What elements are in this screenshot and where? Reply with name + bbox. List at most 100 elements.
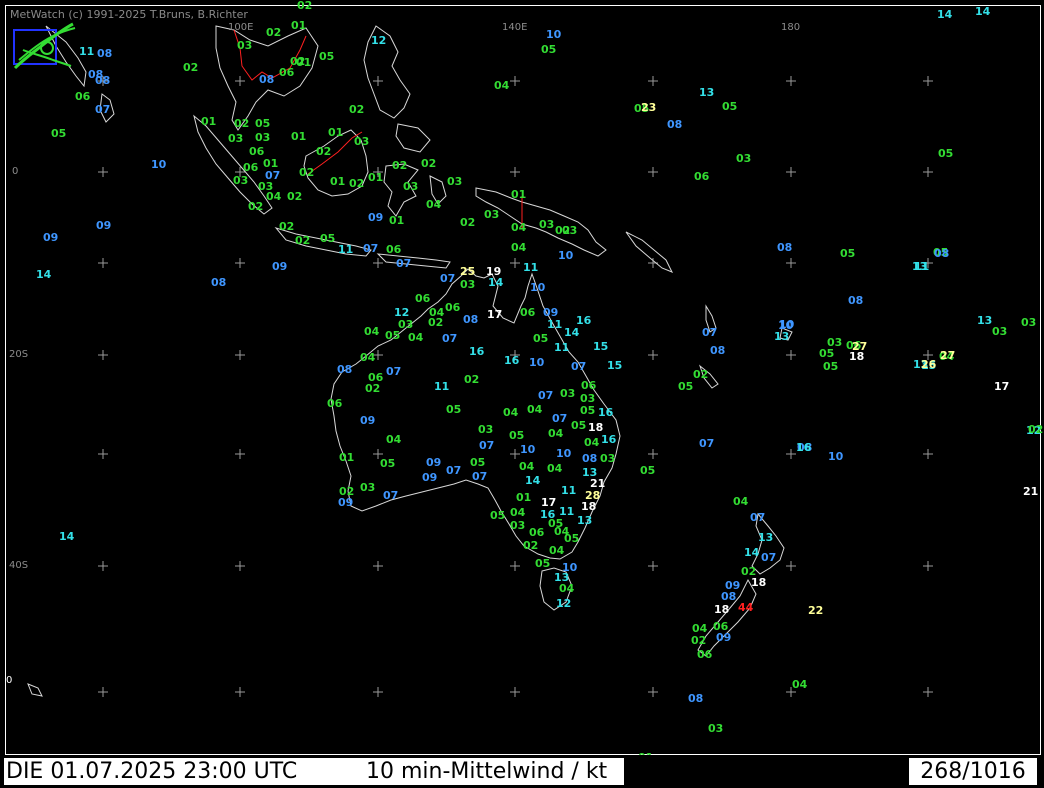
wind-station-value[interactable]: 18 — [588, 422, 603, 433]
wind-station-value[interactable]: 11 — [338, 244, 353, 255]
wind-station-value[interactable]: 04 — [733, 496, 748, 507]
wind-station-value[interactable]: 01 — [291, 131, 306, 142]
wind-station-value[interactable]: 44 — [738, 602, 753, 613]
wind-station-value[interactable]: 06 — [327, 398, 342, 409]
wind-station-value[interactable]: 07 — [702, 327, 717, 338]
wind-station-value[interactable]: 04 — [511, 222, 526, 233]
wind-station-value[interactable]: 02 — [299, 167, 314, 178]
wind-station-value[interactable]: 05 — [840, 248, 855, 259]
wind-station-value[interactable]: 06 — [415, 293, 430, 304]
wind-station-value[interactable]: 09 — [272, 261, 287, 272]
wind-station-value[interactable]: 07 — [479, 440, 494, 451]
wind-station-value[interactable]: 13 — [577, 515, 592, 526]
wind-station-value[interactable]: 05 — [319, 51, 334, 62]
wind-station-value[interactable]: 07 — [440, 273, 455, 284]
wind-station-value[interactable]: 09 — [96, 220, 111, 231]
wind-station-value[interactable]: 10 — [151, 159, 166, 170]
wind-station-value[interactable]: 03 — [478, 424, 493, 435]
wind-station-value[interactable]: 15 — [607, 360, 622, 371]
wind-station-value[interactable]: 13 — [758, 532, 773, 543]
wind-station-value[interactable]: 04 — [510, 507, 525, 518]
wind-station-value[interactable]: 17 — [487, 309, 502, 320]
wind-station-value[interactable]: 03 — [233, 175, 248, 186]
wind-station-value[interactable]: 07 — [442, 333, 457, 344]
wind-station-value[interactable]: 03 — [228, 133, 243, 144]
wind-station-value[interactable]: 02 — [460, 217, 475, 228]
wind-station-value[interactable]: 14 — [937, 9, 952, 20]
wind-station-value[interactable]: 06 — [279, 67, 294, 78]
wind-station-value[interactable]: 04 — [547, 463, 562, 474]
wind-station-value[interactable]: 07 — [95, 104, 110, 115]
wind-station-value[interactable]: 09 — [426, 457, 441, 468]
wind-station-value[interactable]: 10 — [529, 357, 544, 368]
wind-map[interactable] — [5, 5, 1041, 755]
wind-station-value[interactable]: 02 — [316, 146, 331, 157]
wind-station-value[interactable]: 09 — [43, 232, 58, 243]
wind-station-value[interactable]: 02 — [392, 160, 407, 171]
wind-station-value[interactable]: 11 — [434, 381, 449, 392]
wind-station-value[interactable]: 03 — [484, 209, 499, 220]
wind-station-value[interactable]: 01 — [328, 127, 343, 138]
wind-station-value[interactable]: 21 — [590, 478, 605, 489]
wind-station-value[interactable]: 08 — [777, 242, 792, 253]
wind-station-value[interactable]: 02 — [349, 178, 364, 189]
wind-station-value[interactable]: 18 — [751, 577, 766, 588]
wind-station-value[interactable]: 04 — [360, 352, 375, 363]
wind-station-value[interactable]: 05 — [938, 148, 953, 159]
wind-station-value[interactable]: 08 — [582, 453, 597, 464]
wind-station-value[interactable]: 02 — [523, 540, 538, 551]
wind-station-value[interactable]: 03 — [539, 219, 554, 230]
wind-station-value[interactable]: 27 — [940, 350, 955, 361]
wind-station-value[interactable]: 05 — [640, 465, 655, 476]
wind-station-value[interactable]: 14 — [36, 269, 51, 280]
wind-station-value[interactable]: 17 — [994, 381, 1009, 392]
wind-station-value[interactable]: 27 — [852, 341, 867, 352]
wind-station-value[interactable]: 14 — [488, 277, 503, 288]
wind-station-value[interactable]: 08 — [463, 314, 478, 325]
wind-station-value[interactable]: 05 — [678, 381, 693, 392]
wind-station-value[interactable]: 07 — [761, 552, 776, 563]
wind-station-value[interactable]: 10 — [546, 29, 561, 40]
wind-station-value[interactable]: 21 — [1023, 486, 1038, 497]
wind-station-value[interactable]: 05 — [533, 333, 548, 344]
wind-station-value[interactable]: 03 — [562, 225, 577, 236]
wind-station-value[interactable]: 02 — [287, 191, 302, 202]
wind-station-value[interactable]: 14 — [525, 475, 540, 486]
wind-station-value[interactable]: 02 — [339, 486, 354, 497]
wind-station-value[interactable]: 05 — [470, 457, 485, 468]
wind-station-value[interactable]: 16 — [469, 346, 484, 357]
wind-station-value[interactable]: 08 — [688, 693, 703, 704]
wind-station-value[interactable]: 08 — [211, 277, 226, 288]
wind-station-value[interactable]: 05 — [385, 330, 400, 341]
wind-station-value[interactable]: 06 — [520, 307, 535, 318]
wind-station-value[interactable]: 03 — [1021, 317, 1036, 328]
wind-station-value[interactable]: 11 — [561, 485, 576, 496]
wind-station-value[interactable]: 05 — [490, 510, 505, 521]
wind-station-value[interactable]: 04 — [503, 407, 518, 418]
wind-station-value[interactable]: 04 — [408, 332, 423, 343]
wind-station-value[interactable]: 05 — [823, 361, 838, 372]
wind-station-value[interactable]: 12 — [371, 35, 386, 46]
wind-station-value[interactable]: 03 — [447, 176, 462, 187]
wind-station-value[interactable]: 01 — [296, 57, 311, 68]
wind-station-value[interactable]: 05 — [320, 233, 335, 244]
wind-station-value[interactable]: 14 — [564, 327, 579, 338]
wind-station-value[interactable]: 04 — [426, 199, 441, 210]
wind-station-value[interactable]: 07 — [571, 361, 586, 372]
wind-station-value[interactable]: 08 — [259, 74, 274, 85]
wind-station-value[interactable]: 16 — [576, 315, 591, 326]
wind-station-value[interactable]: 04 — [549, 545, 564, 556]
wind-station-value[interactable]: 08 — [337, 364, 352, 375]
wind-station-value[interactable]: 07 — [538, 390, 553, 401]
wind-station-value[interactable]: 09 — [360, 415, 375, 426]
wind-station-value[interactable]: 08 — [934, 248, 949, 259]
wind-station-value[interactable]: 05 — [819, 348, 834, 359]
wind-station-value[interactable]: 05 — [541, 44, 556, 55]
wind-station-value[interactable]: 04 — [527, 404, 542, 415]
wind-station-value[interactable]: 26 — [921, 359, 936, 370]
wind-station-value[interactable]: 13 — [699, 87, 714, 98]
wind-station-value[interactable]: 08 — [848, 295, 863, 306]
wind-station-value[interactable]: 04 — [548, 428, 563, 439]
wind-station-value[interactable]: 07 — [750, 512, 765, 523]
wind-station-value[interactable]: 07 — [383, 490, 398, 501]
